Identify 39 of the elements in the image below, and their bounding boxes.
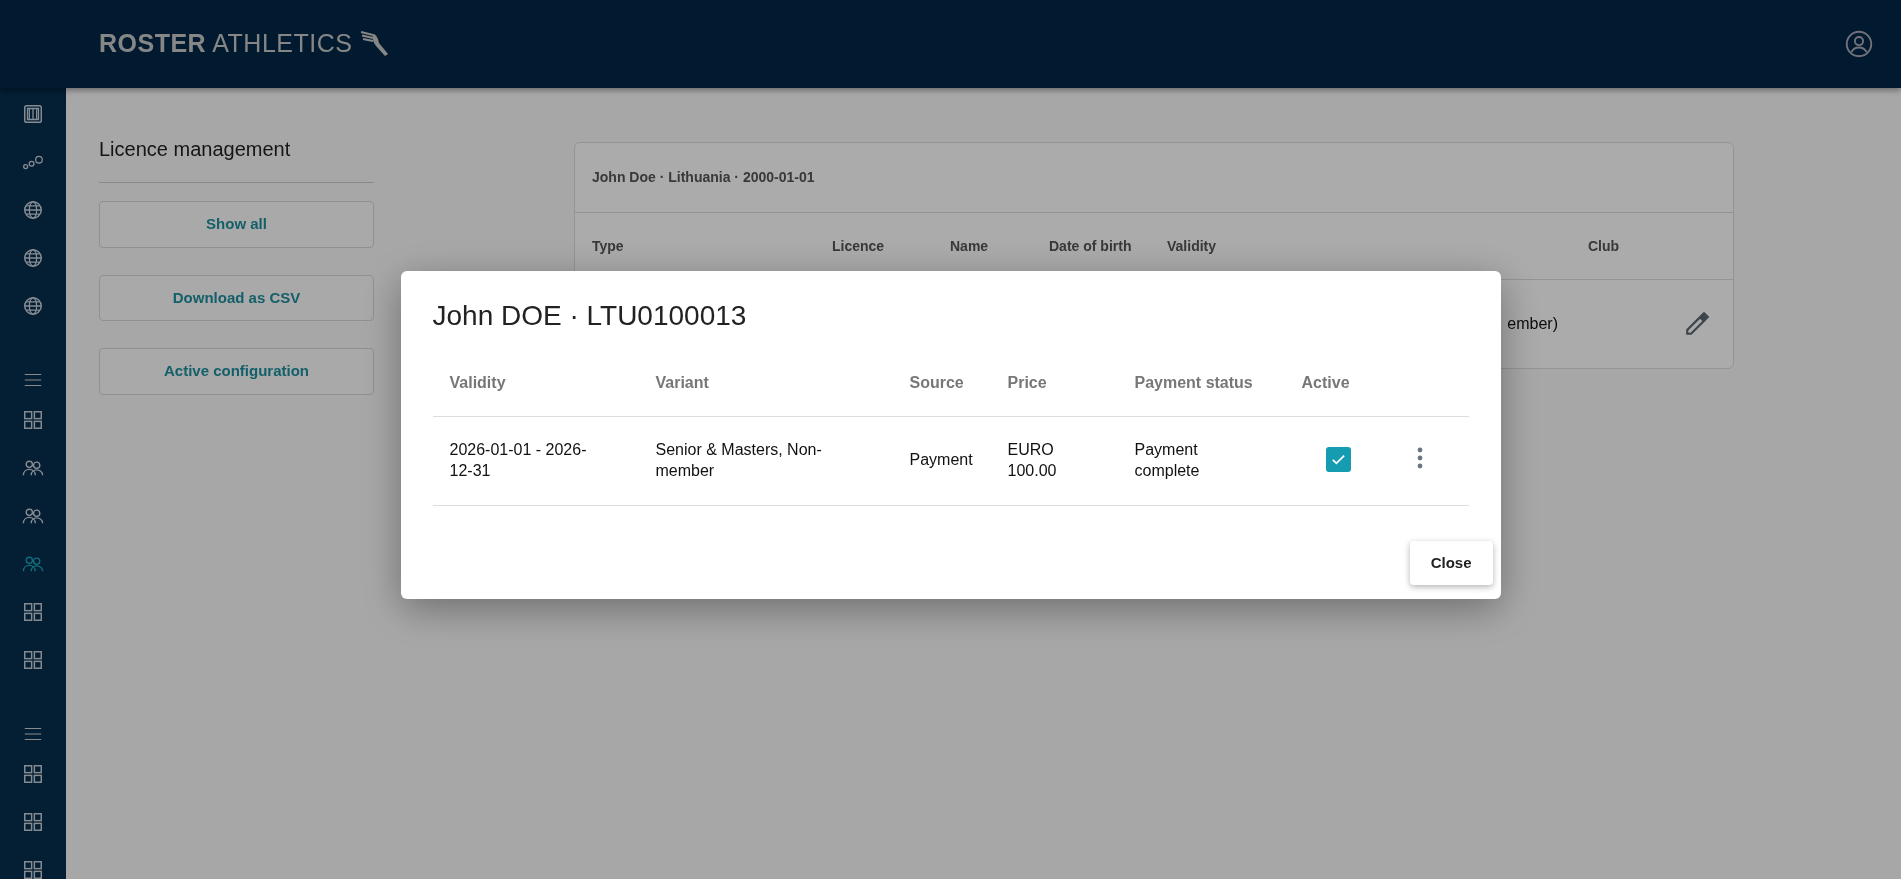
column-header: Name [950,236,990,256]
table-cell-text: Senior & Masters, Non-member [655,439,823,481]
card-subtitle: John Doe · Lithuania · 2000-01-01 [575,143,1733,213]
checkbox[interactable] [1325,447,1351,473]
column-header: Club [1588,236,1621,256]
panel-button[interactable]: Show all [99,201,374,248]
logo[interactable]: ROSTER ATHLETICS [99,25,391,63]
dialog-title: John DOE · LTU0100013 [432,299,748,333]
table-cell-text: EURO 100.00 [1007,439,1058,481]
grid-icon[interactable] [22,649,44,671]
grid-icon[interactable] [22,763,44,785]
column-header: Validity [449,374,506,392]
globe-icon[interactable] [22,199,44,221]
table-cell-text: Payment complete [1134,439,1201,481]
column-header: Validity [1167,236,1218,256]
table-cell-text: 2026-01-01 - 2026-12-31 [449,439,588,481]
grid-icon[interactable] [22,409,44,431]
column-header: Active [1301,374,1350,392]
panel-button[interactable]: Download as CSV [99,274,374,321]
panel-button[interactable]: Active configuration [99,348,374,395]
grid-icon[interactable] [22,601,44,623]
column-header: Variant [655,374,709,392]
column-header: Date of birth [1049,236,1133,256]
close-button[interactable]: Close [1409,540,1493,586]
user-icon[interactable] [1845,30,1873,58]
column-header: Price [1007,374,1047,392]
table-cell: Payment [909,451,973,469]
table-cell: ember) [1507,315,1558,332]
globe-icon[interactable] [22,295,44,317]
globe-icon[interactable] [22,247,44,269]
column-header: Type [592,236,625,256]
more-options-icon[interactable] [1416,446,1423,469]
column-header: Source [909,374,964,392]
panel-title: Licence management [99,134,374,183]
grid-icon[interactable] [22,859,44,879]
board-icon[interactable] [22,103,44,125]
column-header: Payment status [1134,374,1253,392]
column-header: Licence [832,236,886,256]
grid-icon[interactable] [22,811,44,833]
